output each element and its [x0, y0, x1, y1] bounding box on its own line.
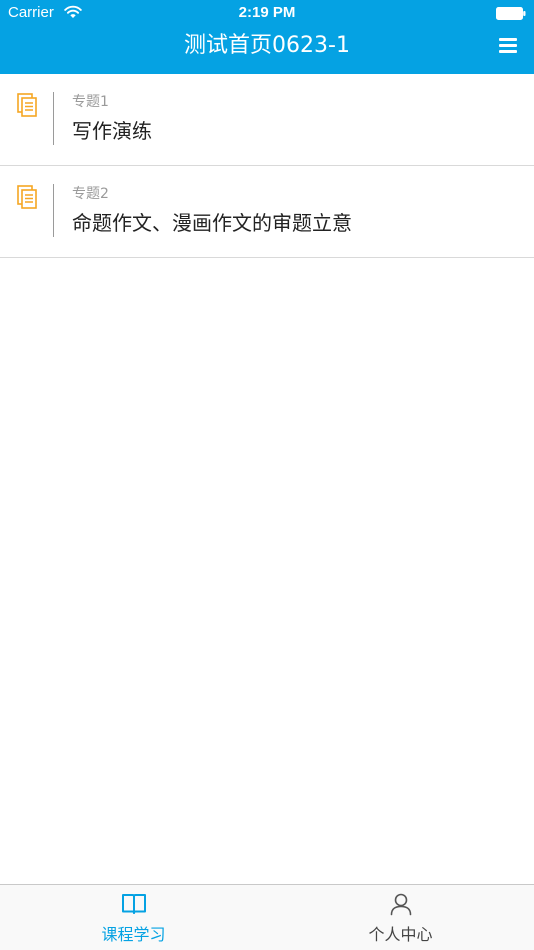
topic-divider — [53, 184, 54, 237]
tab-course-study[interactable]: 课程学习 — [0, 885, 267, 950]
topic-label: 专题2 — [72, 186, 109, 202]
person-icon — [390, 893, 412, 916]
topic-item[interactable]: 专题1 写作演练 — [0, 74, 534, 166]
battery-icon — [496, 7, 526, 20]
menu-button[interactable] — [496, 34, 520, 56]
navigation-bar: 测试首页0623-1 — [0, 28, 534, 74]
tab-personal-center[interactable]: 个人中心 — [267, 885, 534, 950]
document-icon — [17, 93, 37, 117]
app-screen: Carrier 2:19 PM 测试首页0623-1 专题1 写作演练 专题2 … — [0, 0, 534, 950]
document-icon — [17, 185, 37, 209]
topic-title: 写作演练 — [72, 119, 152, 143]
topic-title: 命题作文、漫画作文的审题立意 — [72, 211, 352, 235]
page-title: 测试首页0623-1 — [184, 33, 350, 58]
topic-item[interactable]: 专题2 命题作文、漫画作文的审题立意 — [0, 166, 534, 258]
tab-label: 课程学习 — [101, 925, 166, 944]
status-time: 2:19 PM — [238, 4, 296, 21]
header: Carrier 2:19 PM 测试首页0623-1 — [0, 0, 534, 74]
tab-label: 个人中心 — [368, 925, 433, 944]
status-bar: Carrier 2:19 PM — [0, 0, 534, 28]
topic-divider — [53, 92, 54, 145]
tab-bar: 课程学习 个人中心 — [0, 884, 534, 950]
topic-list: 专题1 写作演练 专题2 命题作文、漫画作文的审题立意 — [0, 74, 534, 258]
open-book-icon — [122, 894, 146, 914]
topic-label: 专题1 — [72, 94, 109, 110]
